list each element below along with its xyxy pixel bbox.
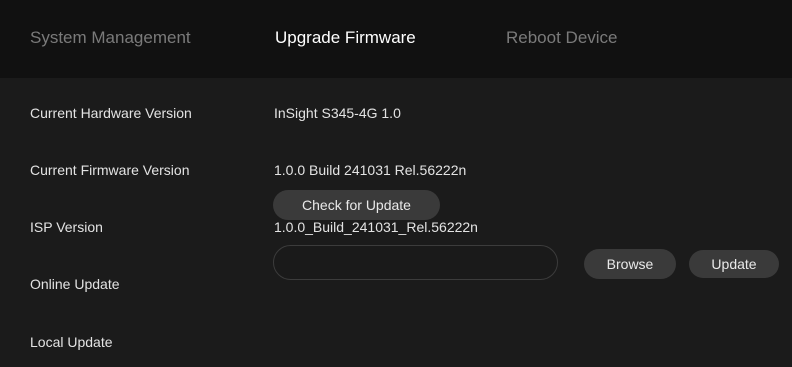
isp-version-value: 1.0.0_Build_241031_Rel.56222n [274,219,478,235]
firmware-version-value: 1.0.0 Build 241031 Rel.56222n [274,162,467,178]
isp-version-label: ISP Version [30,219,103,235]
local-update-label: Local Update [30,334,113,350]
check-for-update-button[interactable]: Check for Update [273,190,440,220]
tab-upgrade-firmware[interactable]: Upgrade Firmware [275,28,416,48]
browse-button[interactable]: Browse [584,249,676,279]
hardware-version-value: InSight S345-4G 1.0 [274,105,401,121]
update-button[interactable]: Update [689,250,779,278]
local-update-file-field[interactable] [273,245,558,280]
tab-reboot-device[interactable]: Reboot Device [506,28,618,48]
tab-bar: System Management Upgrade Firmware Reboo… [0,0,792,78]
tab-system-management[interactable]: System Management [30,28,191,48]
hardware-version-label: Current Hardware Version [30,105,192,121]
online-update-label: Online Update [30,276,120,292]
firmware-version-label: Current Firmware Version [30,162,190,178]
firmware-panel: Current Hardware Version InSight S345-4G… [0,78,792,367]
